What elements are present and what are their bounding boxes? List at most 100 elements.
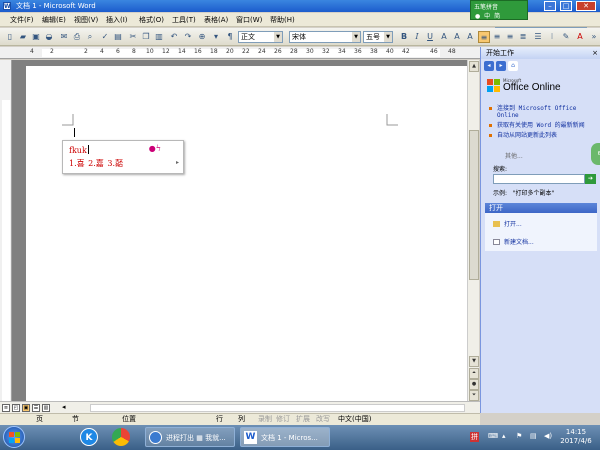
open-file-item[interactable]: 打开... [493,219,522,228]
close-icon[interactable]: ✕ [576,1,596,11]
menu-view[interactable]: 视图(V) [74,15,98,25]
scroll-down-icon[interactable]: ▼ [469,356,479,367]
back-icon[interactable]: ◂ [484,61,494,71]
menu-help[interactable]: 帮助(H) [270,15,295,25]
spelling-icon[interactable]: ✓ [99,31,111,43]
vertical-ruler[interactable] [0,60,12,401]
taskbar-item-word[interactable]: W 文档 1 - Micros... [240,427,330,447]
ime-status-bar[interactable]: 五笔拼音 ● 中 简 [470,0,528,20]
side-widget-icon[interactable]: 68 [591,143,600,165]
print-view-icon[interactable]: ▣ [22,404,30,412]
char-scale-icon[interactable]: A [464,31,476,43]
minimize-icon[interactable]: – [544,1,556,11]
undo-icon[interactable]: ↶ [168,31,180,43]
browse-object-icon[interactable]: ● [469,379,479,390]
tray-network-icon[interactable]: ▤ [530,432,537,440]
search-go-icon[interactable]: ➔ [585,174,596,184]
kugou-icon[interactable]: K [80,428,98,446]
cut-icon[interactable]: ✂ [127,31,139,43]
permission-icon[interactable]: ◒ [43,31,55,43]
horizontal-scrollbar[interactable]: ≡ ◰ ▣ ☰ ▥ ◂ [0,401,480,413]
menu-insert[interactable]: 插入(I) [106,15,128,25]
scroll-thumb[interactable] [469,130,479,280]
home-icon[interactable]: ⌂ [508,61,518,71]
status-ext[interactable]: 扩展 [296,414,310,425]
new-document-icon[interactable]: ▯ [4,31,16,43]
normal-view-icon[interactable]: ≡ [2,404,10,412]
forward-icon[interactable]: ▸ [496,61,506,71]
status-trk[interactable]: 修订 [276,414,290,425]
link-latest-news[interactable]: 获取有关使用 Word 的最新新闻 [489,122,597,129]
toolbar-options-icon[interactable]: » [588,31,600,43]
web-view-icon[interactable]: ◰ [12,404,20,412]
search-input[interactable] [493,174,585,184]
tray-volume-icon[interactable]: ◀) [544,432,552,440]
chevron-down-icon[interactable]: ▼ [274,32,282,42]
tray-ime-icon[interactable]: 拼 [470,432,479,442]
char-border-icon[interactable]: A [438,31,450,43]
scroll-up-icon[interactable]: ▲ [469,61,479,72]
align-center-icon[interactable]: ≡ [491,31,503,43]
paste-icon[interactable]: ▥ [153,31,165,43]
menu-window[interactable]: 窗口(W) [236,15,262,25]
task-pane-header[interactable]: 开始工作 × [481,47,600,59]
horizontal-scroll-track[interactable] [90,404,465,412]
more-link[interactable]: 其他... [505,151,523,160]
link-auto-update[interactable]: 自动从网站更新此列表 [489,132,597,139]
font-combo[interactable]: 宋体 ▼ [289,31,361,43]
link-connect-online[interactable]: 连接到 Microsoft Office Online [489,105,597,119]
zoom-icon[interactable]: ▾ [210,31,222,43]
maximize-icon[interactable]: □ [560,1,572,11]
chevron-down-icon[interactable]: ▼ [384,32,392,42]
style-combo[interactable]: 正文 ▼ [238,31,283,43]
outline-view-icon[interactable]: ☰ [32,404,40,412]
ime-mode-toggle[interactable]: ● 中 简 [475,11,501,20]
print-icon[interactable]: ⎙ [71,31,83,43]
styles-icon[interactable]: ¶ [224,31,236,43]
menu-edit[interactable]: 编辑(E) [42,15,66,25]
taskbar-item-typing[interactable]: 进程打出 ▦ 我就... [145,427,235,447]
next-page-icon[interactable]: ▸ [176,159,179,166]
highlight-icon[interactable]: ✎ [560,31,572,43]
font-color-button[interactable]: A [574,31,586,43]
underline-button[interactable]: U [424,31,436,43]
justify-icon[interactable]: ≣ [517,31,529,43]
new-document-item[interactable]: 新建文档... [493,237,534,246]
status-ovr[interactable]: 改写 [316,414,330,425]
redo-icon[interactable]: ↷ [182,31,194,43]
close-icon[interactable]: × [592,47,598,59]
reading-view-icon[interactable]: ▥ [42,404,50,412]
open-section-header[interactable]: 打开 [485,203,597,213]
save-icon[interactable]: ▣ [30,31,42,43]
align-right-icon[interactable]: ≡ [504,31,516,43]
scroll-left-icon[interactable]: ◂ [62,403,66,411]
tray-keyboard-icon[interactable]: ⌨ [488,432,498,440]
italic-button[interactable]: I [411,31,423,43]
bullets-icon[interactable]: ⁝ [546,31,558,43]
ime-candidate-window[interactable]: fkuk ●ϟ 1.喜 2.嘉 3.嚭 ▸ [62,140,184,174]
browser-icon[interactable] [112,428,130,446]
document-page[interactable] [26,66,467,401]
hyperlink-icon[interactable]: ⊕ [196,31,208,43]
tray-flag-icon[interactable]: ⚑ [516,432,522,440]
menu-file[interactable]: 文件(F) [10,15,34,25]
copy-icon[interactable]: ❐ [140,31,152,43]
document-area[interactable] [12,60,467,401]
char-shading-icon[interactable]: A [451,31,463,43]
vertical-scrollbar[interactable]: ▲ ▼ ⏶ ● ⏷ [467,60,479,401]
email-icon[interactable]: ✉ [58,31,70,43]
ime-candidate-list[interactable]: 1.喜 2.嘉 3.嚭 [69,158,123,169]
start-button[interactable] [3,426,25,448]
menu-tools[interactable]: 工具(T) [172,15,196,25]
next-page-icon[interactable]: ⏷ [469,390,479,401]
open-folder-icon[interactable]: ▰ [17,31,29,43]
chevron-down-icon[interactable]: ▼ [352,32,360,42]
menu-format[interactable]: 格式(O) [139,15,164,25]
bold-button[interactable]: B [398,31,410,43]
print-preview-icon[interactable]: ⌕ [84,31,96,43]
numbering-icon[interactable]: ☰ [532,31,544,43]
research-icon[interactable]: ▤ [112,31,124,43]
align-left-icon[interactable]: ≡ [478,31,490,43]
font-size-combo[interactable]: 五号 ▼ [363,31,393,43]
clock[interactable]: 14:15 2017/4/6 [556,428,596,446]
